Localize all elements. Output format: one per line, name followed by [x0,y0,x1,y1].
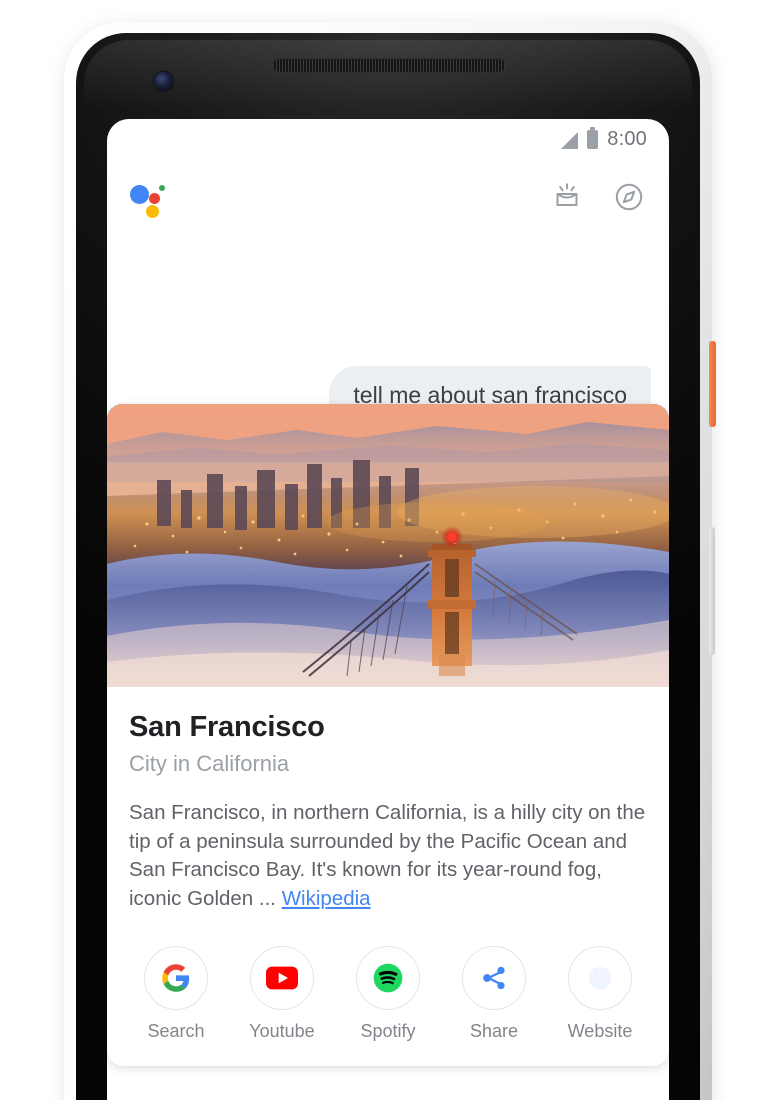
front-camera-icon [154,72,173,91]
phone-screen: 8:00 tell me about san francisco San Fra… [107,119,669,1100]
action-search-circle[interactable] [144,945,208,1010]
action-spotify[interactable]: Spotify [346,945,430,1042]
action-youtube-circle[interactable] [250,945,314,1010]
assistant-app-header [107,165,669,229]
earpiece-speaker-icon [272,58,506,73]
volume-rocker-button[interactable] [709,527,715,655]
battery-icon [587,126,599,149]
status-bar: 8:00 [107,119,669,159]
signal-triangle-icon [561,131,579,149]
card-hero-image [107,404,669,687]
status-bar-clock: 8:00 [607,127,647,150]
action-spotify-label: Spotify [360,1020,416,1041]
knowledge-card[interactable]: San Francisco City in California San Fra… [107,404,669,1066]
card-description-text: San Francisco, in northern California, i… [129,801,646,911]
action-website-label: Website [567,1020,633,1041]
action-spotify-circle[interactable] [356,945,420,1010]
google-assistant-logo[interactable] [129,177,169,218]
share-icon [483,966,505,989]
action-youtube-label: Youtube [249,1020,315,1041]
header-icon-group [551,181,645,213]
action-website[interactable]: Website [558,945,642,1042]
logo-dot-yellow-icon [146,205,159,218]
card-title: San Francisco [129,711,325,743]
action-search-label: Search [147,1020,205,1041]
explore-compass-icon[interactable] [613,181,645,213]
card-description: San Francisco, in northern California, i… [129,799,647,914]
action-share[interactable]: Share [452,945,536,1042]
logo-dot-blue-icon [130,185,149,204]
google-g-icon [162,964,190,992]
card-subtitle: City in California [129,751,290,776]
wikipedia-source-link[interactable]: Wikipedia [282,887,371,910]
card-action-row: Search Youtube Spotify Share Website [107,924,669,1066]
action-website-circle[interactable] [568,945,632,1010]
logo-dot-green-icon [159,185,165,191]
action-share-label: Share [469,1020,519,1041]
action-youtube[interactable]: Youtube [240,945,324,1042]
action-share-circle[interactable] [462,945,526,1010]
logo-dot-red-icon [149,193,160,204]
power-button[interactable] [709,341,716,427]
spotify-icon [373,963,403,993]
action-search[interactable]: Search [134,945,218,1042]
screenshot-stage: 8:00 tell me about san francisco San Fra… [0,0,776,1100]
globe-icon [589,967,611,989]
youtube-icon [266,966,298,990]
card-text-body: San Francisco City in California San Fra… [107,687,669,924]
snapshot-icon[interactable] [551,181,583,213]
